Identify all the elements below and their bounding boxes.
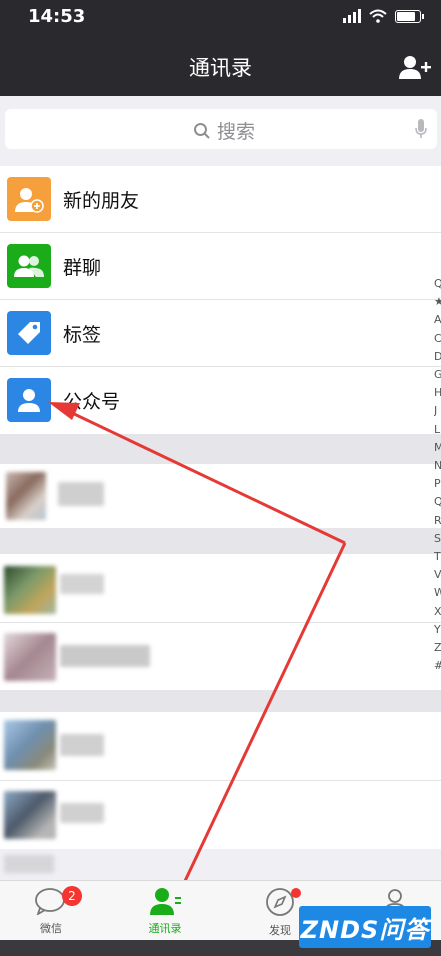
unread-badge: 2 [62, 886, 82, 906]
tab-label: 通讯录 [148, 922, 182, 935]
watermark-logo: ZNDS问答 [299, 906, 431, 948]
notification-dot [291, 888, 301, 898]
annotation-arrows [48, 402, 347, 920]
tab-contacts[interactable]: 通讯录 [130, 887, 200, 936]
tab-label: 微信 [40, 922, 62, 935]
contacts-icon [150, 888, 181, 915]
